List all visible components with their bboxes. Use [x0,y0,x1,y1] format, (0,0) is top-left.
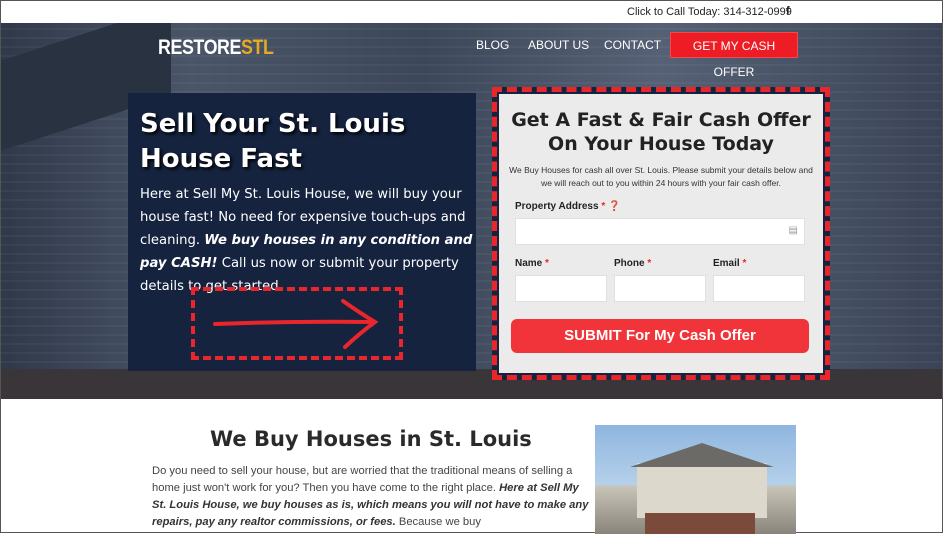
property-address-input[interactable]: ▤ [515,218,805,245]
name-input[interactable] [515,275,607,302]
contact-card-icon: ▤ [788,225,798,236]
section-text: Do you need to sell your house, but are … [152,465,589,528]
top-bar: Click to Call Today: 314-312-0999 f [1,1,942,23]
submit-button[interactable]: SUBMIT For My Cash Offer [511,319,809,353]
facebook-icon[interactable]: f [786,5,790,17]
nav-contact[interactable]: CONTACT [604,38,661,52]
offer-form-highlight: Get A Fast & Fair Cash Offer On Your Hou… [492,87,830,380]
hero-title: Sell Your St. Louis House Fast [140,109,406,174]
hero-text: Here at Sell My St. Louis House, we will… [140,187,473,294]
offer-form: Get A Fast & Fair Cash Offer On Your Hou… [499,94,823,373]
nav-blog[interactable]: BLOG [476,38,509,52]
house-photo [595,425,796,534]
get-cash-offer-button[interactable]: GET MY CASH OFFER [670,32,798,79]
name-label: Name * [515,258,549,269]
phone-label: Phone * [614,258,652,269]
email-label: Email * [713,258,747,269]
arrow-right-icon [213,299,379,349]
email-input[interactable] [713,275,805,302]
form-title: Get A Fast & Fair Cash Offer On Your Hou… [511,109,811,155]
call-link[interactable]: Click to Call Today: 314-312-0999 [627,6,792,18]
address-label: Property Address * ❓ [515,201,621,212]
help-icon[interactable]: ❓ [608,201,620,212]
phone-input[interactable] [614,275,706,302]
logo[interactable]: RESTORESTL [158,36,274,60]
annotation-box [191,287,403,360]
form-description: We Buy Houses for cash all over St. Loui… [509,165,813,188]
section-title: We Buy Houses in St. Louis [210,427,532,451]
nav-about-us[interactable]: ABOUT US [528,38,589,52]
